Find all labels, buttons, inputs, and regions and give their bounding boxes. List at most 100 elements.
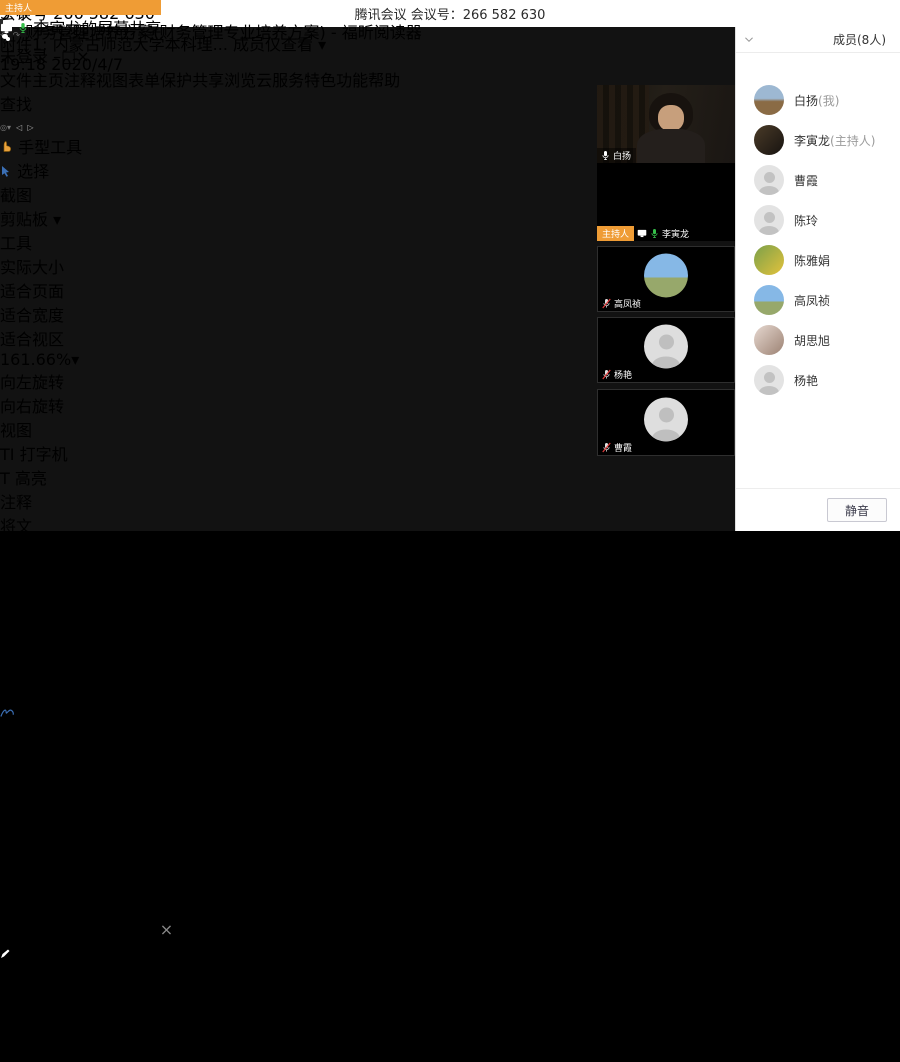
audio-video-button[interactable]: 音频 & 视频 [0, 868, 640, 892]
blank-button[interactable]: 空白 [0, 628, 640, 652]
cursor-icon [0, 165, 12, 177]
member-list: 白扬(我)李寅龙(主持人)曹霞陈玲陈雅娟高凤祯胡思旭杨艳 [736, 80, 900, 400]
host-badge: 主持人 [0, 0, 161, 15]
rotate-left-button[interactable]: 向左旋转 [0, 369, 640, 393]
file-attachment-button[interactable]: 文件附件 [0, 820, 640, 844]
ribbon-tab-11[interactable]: 帮助 [368, 71, 400, 90]
avatar [754, 85, 784, 115]
members-panel: 成员(8人) 白扬(我)李寅龙(主持人)曹霞陈玲陈雅娟高凤祯胡思旭杨艳 静音 [735, 27, 900, 531]
document-tab-bar: 财务管理培养方案 (... × PDF编辑器 [0, 916, 640, 964]
find-placeholder: 查找 [0, 95, 32, 114]
document-tab[interactable]: 财务管理培养方案 (... × [0, 916, 640, 940]
zoom-input[interactable]: 161.66%▾ [0, 350, 640, 369]
member-role-suffix: (我) [818, 92, 839, 109]
document-tab-label: 财务管理培养方案 (... [0, 920, 155, 939]
image-annotation-button[interactable]: 图像标注 [0, 844, 640, 868]
document-line-5: 思想道德目标：培养能够践行社会主义核心价值观，具有社会责任感、公共意识和创新 [0, 1060, 640, 1062]
member-row-7[interactable]: 胡思旭 [736, 320, 900, 360]
video-tile-gaofengzhen[interactable]: 高凤祯 [597, 246, 735, 312]
mic-muted-icon [602, 298, 611, 309]
pdf-editor-button[interactable]: PDF编辑器 [0, 940, 640, 964]
mic-muted-icon [602, 442, 611, 453]
member-name: 陈玲 [794, 212, 818, 229]
video-name-label: 高凤祯 [614, 297, 641, 310]
ribbon-group-create: 将文件转换为PDF 从扫描仪 空白 从剪贴板 创建 [0, 513, 640, 700]
close-tab-icon[interactable]: × [160, 920, 173, 939]
screen-share-banner: 主持人 李寅龙的屏幕共享 [0, 0, 161, 39]
mic-muted-icon [602, 369, 611, 380]
document-line-3: 管理工作的复合型专业人才。 [0, 1012, 640, 1036]
ribbon-group-comment: TI 打字机 T 高亮 注释 [0, 441, 640, 513]
video-name-label: 白扬 [613, 149, 631, 162]
mic-on-icon [650, 228, 659, 239]
ribbon-group-tools: 手型工具 选择 截图 剪贴板 ▾ 工具 [0, 134, 640, 254]
avatar [644, 253, 688, 297]
from-scanner-button[interactable]: 从扫描仪 [0, 604, 640, 628]
ribbon-group-view: 实际大小 适合页面 适合宽度 适合视区 161.66%▾ 向左旋转 向右旋转 视… [0, 254, 640, 441]
find-input[interactable]: 查找 [0, 91, 640, 115]
avatar [754, 285, 784, 315]
document-line-4: （二）目标内涵：培养目标分项表述 [0, 1036, 640, 1060]
document-page: 诚信品质及身心健康；具有扎实的经济、管理、法律和计算机等理论基础和专业知识，掌握… [0, 964, 640, 1062]
document-text: 诚信品质及身心健康；具有扎实的经济、管理、法律和计算机等理论基础和专业知识，掌握… [0, 964, 640, 1062]
avatar [754, 245, 784, 275]
permission-dropdown[interactable]: 成员仅查看 ▾ [233, 35, 326, 54]
video-name-label: 曹霞 [614, 441, 632, 454]
member-row-4[interactable]: 陈玲 [736, 200, 900, 240]
typewriter-button[interactable]: TI 打字机 [0, 441, 640, 465]
video-name-label: 李寅龙 [662, 227, 689, 240]
group-label-view: 视图 [0, 417, 640, 441]
highlight-button[interactable]: T 高亮 [0, 465, 640, 489]
taskbar-clock[interactable]: 19:18 2020/4/7 [0, 55, 326, 74]
clipboard-button[interactable]: 剪贴板 ▾ [0, 206, 640, 230]
member-row-5[interactable]: 陈雅娟 [736, 240, 900, 280]
select-tool-button[interactable]: 选择 [0, 158, 640, 182]
video-tile-yangyan[interactable]: 杨艳 [597, 317, 735, 383]
rotate-right-button[interactable]: 向右旋转 [0, 393, 640, 417]
convert-pdf-button[interactable]: 将文件转换为PDF [0, 513, 40, 604]
member-row-3[interactable]: 曹霞 [736, 160, 900, 200]
mute-button[interactable]: 静音 [827, 498, 887, 522]
video-tile-liyinlong[interactable]: 主持人 李寅龙 [597, 163, 735, 241]
member-name: 高凤祯 [794, 292, 830, 309]
fit-visible-button[interactable]: 适合视区 [0, 326, 640, 350]
chevron-down-icon[interactable] [744, 36, 754, 43]
document-content-area: 诚信品质及身心健康；具有扎实的经济、管理、法律和计算机等理论基础和专业知识，掌握… [0, 964, 640, 1062]
mic-on-icon [601, 150, 610, 161]
document-line-1: 诚信品质及身心健康；具有扎实的经济、管理、法律和计算机等理论基础和专业知识，掌握 [0, 964, 640, 988]
video-tile-baiyang[interactable]: 白扬 [597, 85, 735, 163]
find-prev-icon[interactable]: ◁ [16, 123, 22, 132]
snapshot-button[interactable]: 截图 [0, 182, 640, 206]
from-clipboard-button[interactable]: 从剪贴板 [0, 652, 640, 676]
member-name: 杨艳 [794, 372, 818, 389]
share-banner-text: 李寅龙的屏幕共享 [33, 19, 161, 38]
members-panel-header: 成员(8人) [736, 27, 900, 53]
actual-size-button[interactable]: 实际大小 [0, 254, 640, 278]
highlight-icon: T [0, 469, 10, 488]
hand-tool-button[interactable]: 手型工具 [0, 134, 640, 158]
member-row-2[interactable]: 李寅龙(主持人) [736, 120, 900, 160]
find-options-icon[interactable]: ◎▾ [0, 123, 11, 132]
fit-page-button[interactable]: 适合页面 [0, 278, 640, 302]
member-row-6[interactable]: 高凤祯 [736, 280, 900, 320]
find-next-icon[interactable]: ▷ [27, 123, 33, 132]
ribbon-group-insert: 文件附件 图像标注 音频 & 视频 插入 [0, 820, 640, 916]
link-button[interactable]: 链接 [0, 748, 640, 772]
group-label-protect: 保护 [0, 724, 640, 748]
group-label-link: 链接 [0, 796, 640, 820]
document-line-2: 扎实的财务管理理论知识和专业业务技能，能在营利性和非营利性机构从事财务管理及相关 [0, 988, 640, 1012]
member-name: 陈雅娟 [794, 252, 830, 269]
member-name: 白扬 [794, 92, 818, 109]
pdf-sign-button[interactable]: PDF签名 [0, 700, 640, 724]
fit-width-button[interactable]: 适合宽度 [0, 302, 640, 326]
bookmark-button[interactable]: 书签 [0, 772, 640, 796]
video-tile-caoxia[interactable]: 曹霞 [597, 389, 735, 456]
hand-icon [0, 140, 13, 153]
avatar [754, 205, 784, 235]
avatar [644, 397, 688, 441]
member-row-8[interactable]: 杨艳 [736, 360, 900, 400]
member-name: 曹霞 [794, 172, 818, 189]
avatar [754, 325, 784, 355]
member-row-1[interactable]: 白扬(我) [736, 80, 900, 120]
screen-share-icon [0, 23, 13, 34]
